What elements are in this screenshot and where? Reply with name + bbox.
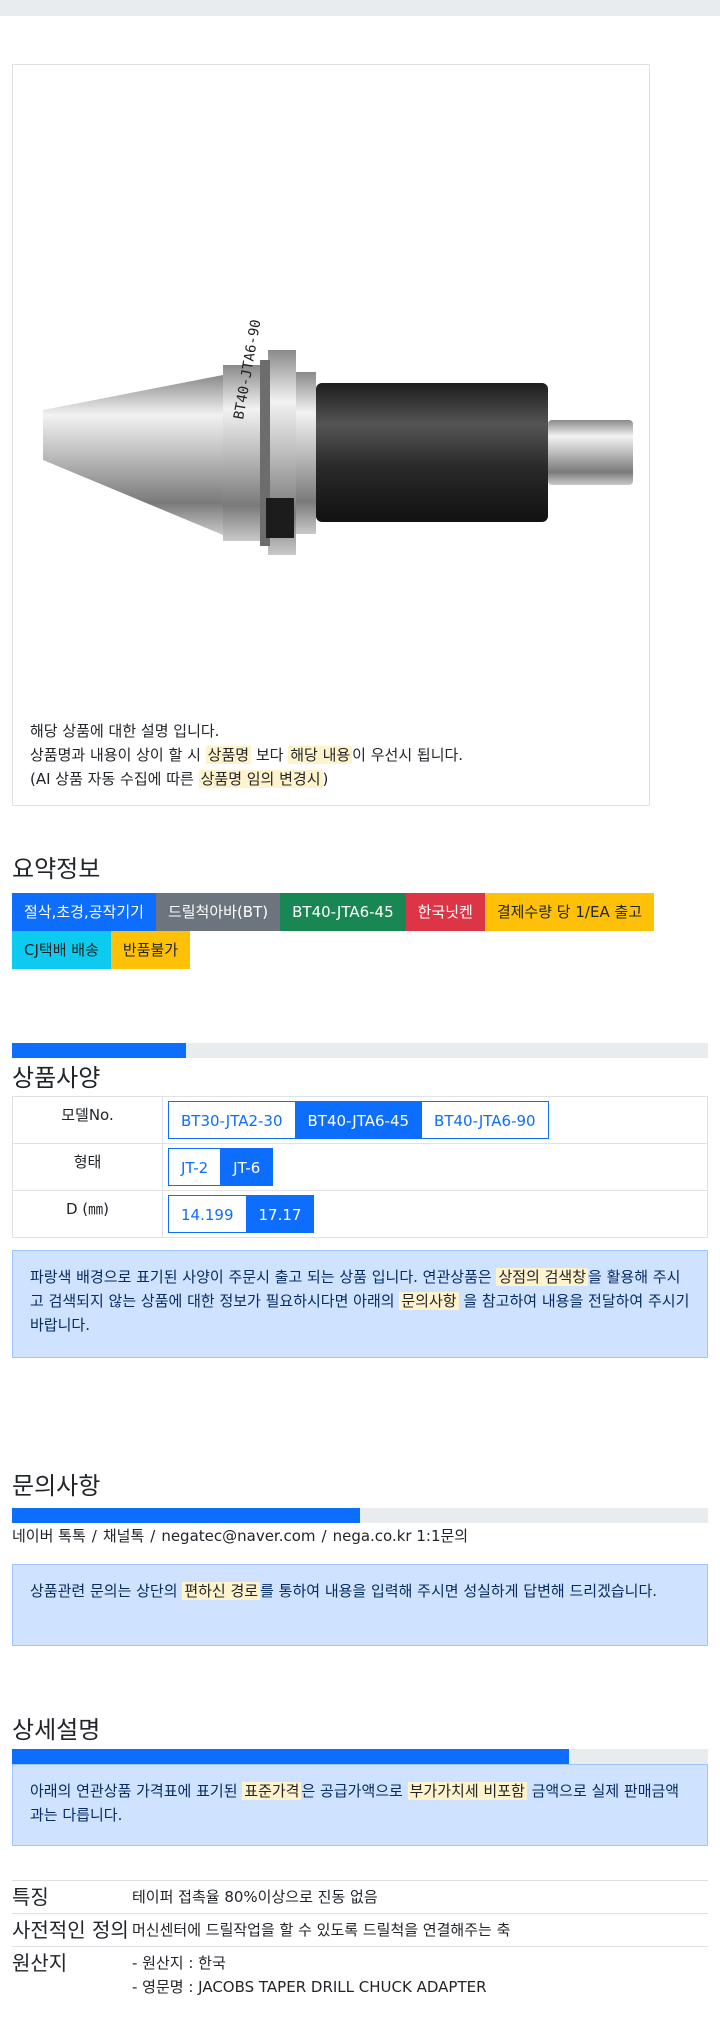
feature-value: - 원산지 : 한국 - 영문명 : JACOBS TAPER DRILL CH…	[132, 1946, 708, 2003]
highlight: 문의사항	[399, 1292, 459, 1310]
spec-table: 모델No. BT30-JTA2-30 BT40-JTA6-45 BT40-JTA6-…	[12, 1096, 708, 1238]
badge-shipping: CJ택배 배송	[12, 931, 111, 969]
spec-notice: 파랑색 배경으로 표기된 사양이 주문시 출고 되는 상품 입니다. 연관상품은…	[12, 1250, 708, 1358]
option-button-selected[interactable]: 17.17	[245, 1195, 315, 1233]
feature-row: 원산지 - 원산지 : 한국 - 영문명 : JACOBS TAPER DRIL…	[12, 1946, 708, 2003]
inquiry-progress-bar	[12, 1508, 708, 1523]
progress-fill	[12, 1508, 360, 1523]
desc-line-2: 상품명과 내용이 상이 할 시 상품명 보다 해당 내용 이 우선시 됩니다.	[30, 746, 464, 764]
feature-label: 특징	[12, 1880, 132, 1914]
spec-row-diameter: D (㎜) 14.199 17.17	[12, 1190, 708, 1238]
option-button[interactable]: BT30-JTA2-30	[168, 1101, 296, 1139]
desc-line-1: 해당 상품에 대한 설명 입니다.	[30, 722, 220, 740]
price-notice: 아래의 연관상품 가격표에 표기된 표준가격 은 공급가액으로 부가가치세 비포함…	[12, 1764, 708, 1846]
spec-title: 상품사양	[12, 1064, 101, 1092]
feature-value: 머신센터에 드릴작업을 할 수 있도록 드릴척을 연결해주는 축	[132, 1913, 708, 1947]
summary-title: 요약정보	[12, 855, 101, 883]
highlight: 표준가격	[242, 1782, 302, 1800]
option-button-selected[interactable]: JT-6	[220, 1148, 274, 1186]
highlight: 부가가치세 비포함	[407, 1782, 527, 1800]
spec-label: 모델No.	[12, 1096, 163, 1144]
badge-brand: 한국닛켄	[405, 893, 485, 931]
spec-row-model: 모델No. BT30-JTA2-30 BT40-JTA6-45 BT40-JTA6-…	[12, 1096, 708, 1144]
contact-links: 네이버 톡톡 / 채널톡 / negatec@naver.com / nega.co.kr …	[12, 1527, 469, 1545]
option-group: 14.199 17.17	[162, 1190, 708, 1238]
feature-table: 특징 테이퍼 접촉율 80%이상으로 진동 없음 사전적인 정의 머신센터에 드…	[12, 1880, 708, 2003]
feature-label: 사전적인 정의	[12, 1913, 132, 1947]
product-description: 해당 상품에 대한 설명 입니다. 상품명과 내용이 상이 할 시 상품명 보다…	[30, 719, 463, 791]
inquiry-notice: 상품관련 문의는 상단의 편하신 경로 를 통하여 내용을 입력해 주시면 성실하…	[12, 1564, 708, 1646]
option-button[interactable]: JT-2	[168, 1148, 222, 1186]
highlight: 상품명	[205, 746, 252, 764]
product-image: BT40-JTA6-90	[43, 318, 633, 555]
detail-progress-bar	[12, 1749, 708, 1764]
badge-return: 반품불가	[110, 931, 191, 969]
highlight: 상품명 임의 변경시	[198, 770, 323, 788]
product-image-panel: BT40-JTA6-90 해당 상품에 대한 설명 입니다. 상품명과 내용이 …	[12, 64, 650, 806]
top-bar	[0, 0, 720, 16]
highlight: 편하신 경로	[182, 1582, 261, 1600]
email-link[interactable]: negatec@naver.com	[161, 1527, 315, 1545]
feature-value: 테이퍼 접촉율 80%이상으로 진동 없음	[132, 1880, 708, 1914]
badge-subcategory: 드릴척아바(BT)	[155, 893, 281, 931]
qna-link[interactable]: nega.co.kr 1:1문의	[333, 1527, 469, 1545]
spec-label: 형태	[12, 1143, 163, 1191]
option-button[interactable]: BT40-JTA6-90	[421, 1101, 549, 1139]
channel-talk-link[interactable]: 채널톡	[103, 1527, 144, 1545]
spec-row-type: 형태 JT-2 JT-6	[12, 1143, 708, 1191]
option-button[interactable]: 14.199	[168, 1195, 247, 1233]
progress-fill	[12, 1043, 186, 1058]
inquiry-title: 문의사항	[12, 1472, 101, 1500]
feature-row: 특징 테이퍼 접촉율 80%이상으로 진동 없음	[12, 1880, 708, 1914]
badge-quantity: 결제수량 당 1/EA 출고	[484, 893, 655, 931]
feature-label: 원산지	[12, 1946, 132, 2003]
spec-progress-bar	[12, 1043, 708, 1058]
spec-label: D (㎜)	[12, 1190, 163, 1238]
highlight: 해당 내용	[288, 746, 353, 764]
naver-talk-link[interactable]: 네이버 톡톡	[12, 1527, 86, 1545]
summary-badges: 절삭,초경,공작기기 드릴척아바(BT) BT40-JTA6-45 한국닛켄 결…	[12, 893, 712, 969]
badge-category: 절삭,초경,공작기기	[12, 893, 156, 931]
highlight: 상점의 검색창	[496, 1268, 589, 1286]
detail-title: 상세설명	[12, 1716, 101, 1744]
progress-fill	[12, 1749, 569, 1764]
option-group: JT-2 JT-6	[162, 1143, 708, 1191]
option-button-selected[interactable]: BT40-JTA6-45	[294, 1101, 423, 1139]
desc-line-3: (AI 상품 자동 수집에 따른 상품명 임의 변경시)	[30, 770, 329, 788]
option-group: BT30-JTA2-30 BT40-JTA6-45 BT40-JTA6-90	[162, 1096, 708, 1144]
feature-row: 사전적인 정의 머신센터에 드릴작업을 할 수 있도록 드릴척을 연결해주는 축	[12, 1913, 708, 1947]
badge-model: BT40-JTA6-45	[280, 893, 406, 931]
